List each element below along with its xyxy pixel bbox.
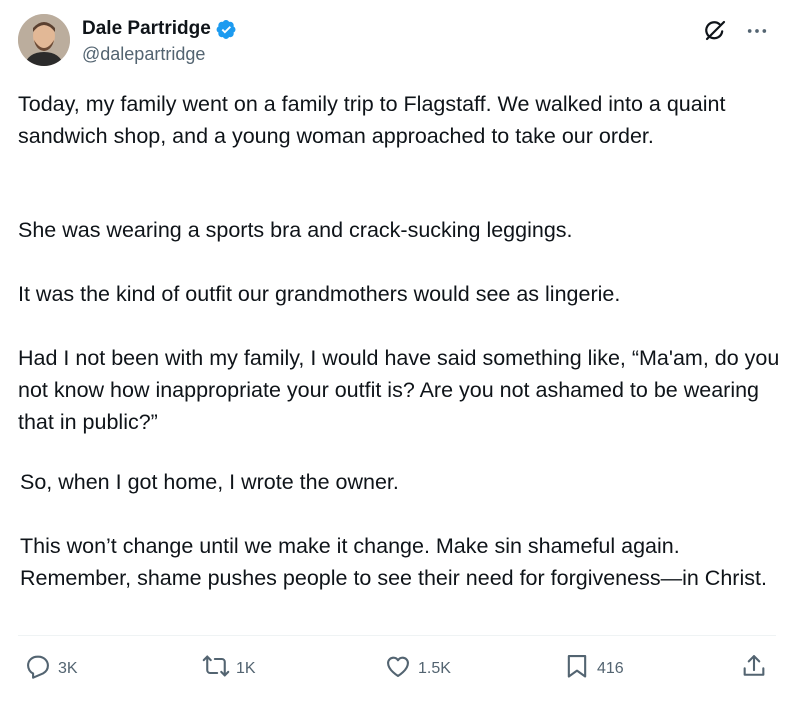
reply-button[interactable]: 3K bbox=[24, 652, 78, 685]
repost-button[interactable]: 1K bbox=[202, 652, 256, 685]
share-icon bbox=[740, 652, 768, 685]
repost-count: 1K bbox=[236, 659, 256, 677]
bookmark-count: 416 bbox=[597, 659, 624, 677]
handle[interactable]: @dalepartridge bbox=[82, 44, 237, 65]
bookmark-icon bbox=[563, 652, 591, 685]
verified-badge-icon bbox=[216, 19, 237, 40]
share-button[interactable] bbox=[740, 652, 768, 685]
repost-icon bbox=[202, 652, 230, 685]
tweet-paragraph: She was wearing a sports bra and crack-s… bbox=[18, 218, 573, 242]
tweet-card: Dale Partridge @dalepartridge Today, my … bbox=[0, 0, 794, 712]
reply-icon bbox=[24, 652, 52, 685]
tweet-paragraph: Today, my family went on a family trip t… bbox=[18, 92, 726, 148]
divider bbox=[18, 635, 776, 636]
tweet-paragraph: Had I not been with my family, I would h… bbox=[18, 346, 780, 434]
like-count: 1.5K bbox=[418, 659, 451, 677]
tweet-header: Dale Partridge @dalepartridge bbox=[18, 14, 776, 70]
heart-icon bbox=[384, 652, 412, 685]
avatar[interactable] bbox=[18, 14, 70, 66]
tweet-paragraph: So, when I got home, I wrote the owner. bbox=[20, 470, 399, 494]
more-horizontal-icon[interactable] bbox=[744, 18, 770, 44]
grok-icon[interactable] bbox=[702, 18, 728, 44]
reply-count: 3K bbox=[58, 659, 78, 677]
tweet-paragraph: This won’t change until we make it chang… bbox=[20, 534, 767, 590]
display-name[interactable]: Dale Partridge bbox=[82, 18, 211, 40]
tweet-paragraph: It was the kind of outfit our grandmothe… bbox=[18, 282, 621, 306]
like-button[interactable]: 1.5K bbox=[384, 652, 451, 685]
action-bar: 3K 1K 1.5K 416 bbox=[0, 646, 794, 690]
bookmark-button[interactable]: 416 bbox=[563, 652, 624, 685]
